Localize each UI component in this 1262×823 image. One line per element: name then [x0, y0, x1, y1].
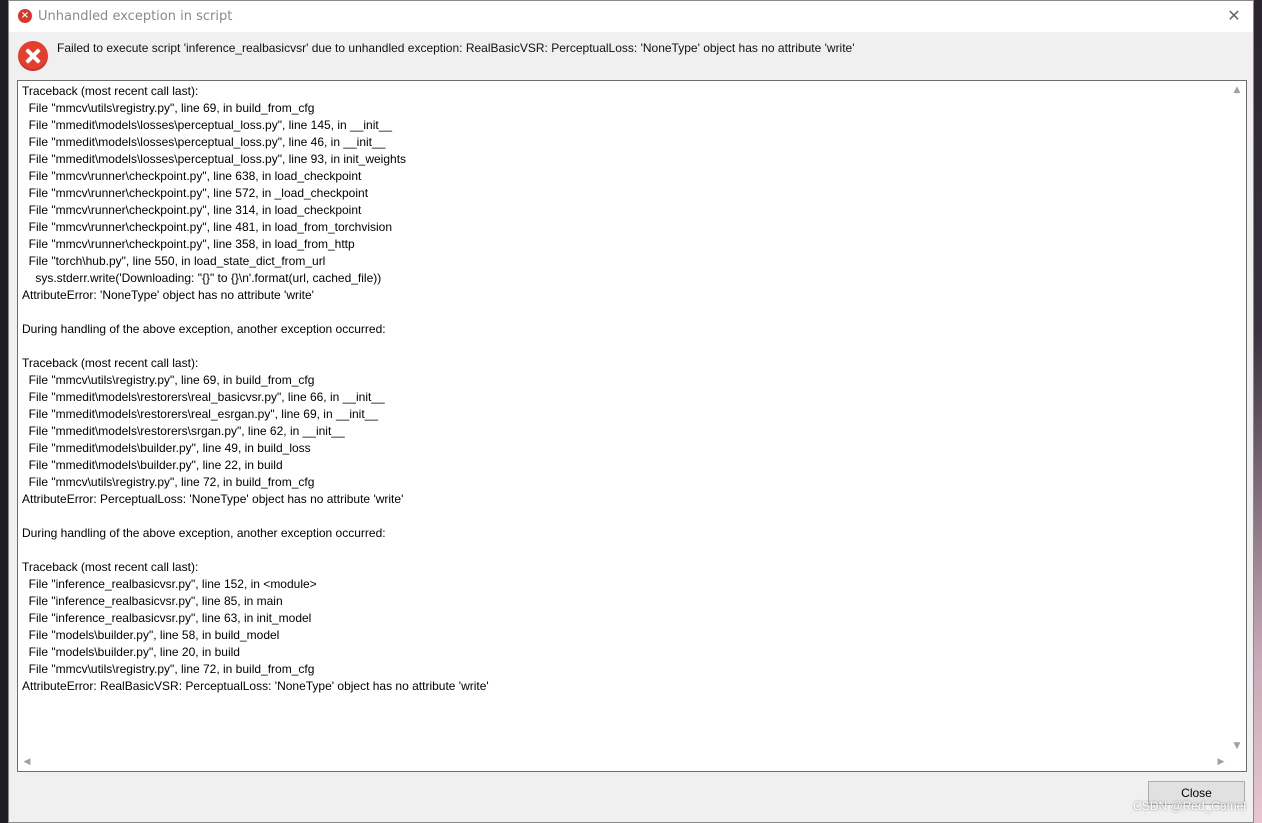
traceback-line: File "mmedit\models\builder.py", line 22… [22, 458, 283, 472]
error-small-icon: × [18, 9, 32, 23]
traceback-line: File "inference_realbasicvsr.py", line 8… [22, 594, 283, 608]
error-dialog: × Unhandled exception in script ✕ Failed… [8, 0, 1254, 823]
traceback-line: File "mmedit\models\losses\perceptual_lo… [22, 135, 386, 149]
traceback-text[interactable]: Traceback (most recent call last): File … [22, 83, 1222, 695]
traceback-line: During handling of the above exception, … [22, 322, 386, 336]
traceback-line: Traceback (most recent call last): [22, 84, 199, 98]
traceback-line: File "mmedit\models\restorers\real_esrga… [22, 407, 379, 421]
traceback-line: File "mmcv\utils\registry.py", line 72, … [22, 662, 315, 676]
traceback-line: AttributeError: PerceptualLoss: 'NoneTyp… [22, 492, 404, 506]
traceback-line: File "mmedit\models\restorers\real_basic… [22, 390, 385, 404]
traceback-line: AttributeError: RealBasicVSR: Perceptual… [22, 679, 489, 693]
traceback-textbox[interactable]: Traceback (most recent call last): File … [17, 80, 1247, 772]
traceback-line: Traceback (most recent call last): [22, 560, 199, 574]
traceback-line [22, 304, 1222, 321]
scroll-down-icon[interactable]: ▼ [1229, 738, 1245, 754]
traceback-line: sys.stderr.write('Downloading: "{}" to {… [22, 271, 382, 285]
traceback-line: During handling of the above exception, … [22, 526, 386, 540]
title-bar[interactable]: × Unhandled exception in script ✕ [9, 1, 1253, 32]
traceback-line: File "mmcv\runner\checkpoint.py", line 4… [22, 220, 393, 234]
traceback-line: Traceback (most recent call last): [22, 356, 199, 370]
traceback-line: AttributeError: 'NoneType' object has no… [22, 288, 314, 302]
scroll-right-icon[interactable]: ▶ [1213, 754, 1229, 770]
traceback-line: File "mmcv\utils\registry.py", line 69, … [22, 101, 315, 115]
traceback-line: File "mmedit\models\losses\perceptual_lo… [22, 118, 393, 132]
traceback-line: File "mmedit\models\losses\perceptual_lo… [22, 152, 407, 166]
vertical-scrollbar[interactable]: ▲ ▼ [1229, 82, 1245, 754]
traceback-line: File "mmcv\utils\registry.py", line 69, … [22, 373, 315, 387]
traceback-line: File "mmedit\models\builder.py", line 49… [22, 441, 311, 455]
message-row: Failed to execute script 'inference_real… [9, 32, 1253, 78]
traceback-line: File "inference_realbasicvsr.py", line 6… [22, 611, 312, 625]
watermark: CSDN @Red_Camel [1133, 799, 1246, 813]
traceback-line: File "mmcv\runner\checkpoint.py", line 5… [22, 186, 369, 200]
dialog-title: Unhandled exception in script [38, 9, 233, 24]
traceback-line: File "mmcv\runner\checkpoint.py", line 3… [22, 237, 355, 251]
traceback-line [22, 508, 1222, 525]
traceback-line [22, 338, 1222, 355]
scroll-left-icon[interactable]: ◀ [19, 754, 35, 770]
traceback-line [22, 542, 1222, 559]
scroll-up-icon[interactable]: ▲ [1229, 82, 1245, 98]
traceback-line: File "mmedit\models\restorers\srgan.py",… [22, 424, 345, 438]
traceback-line: File "models\builder.py", line 20, in bu… [22, 645, 240, 659]
close-window-icon[interactable]: ✕ [1223, 5, 1245, 27]
traceback-line: File "mmcv\utils\registry.py", line 72, … [22, 475, 315, 489]
traceback-line: File "mmcv\runner\checkpoint.py", line 3… [22, 203, 362, 217]
error-message: Failed to execute script 'inference_real… [57, 41, 855, 55]
traceback-line: File "models\builder.py", line 58, in bu… [22, 628, 280, 642]
traceback-line: File "torch\hub.py", line 550, in load_s… [22, 254, 326, 268]
error-icon [18, 41, 48, 71]
traceback-line: File "inference_realbasicvsr.py", line 1… [22, 577, 317, 591]
horizontal-scrollbar[interactable]: ◀ ▶ [19, 754, 1229, 770]
traceback-line: File "mmcv\runner\checkpoint.py", line 6… [22, 169, 362, 183]
